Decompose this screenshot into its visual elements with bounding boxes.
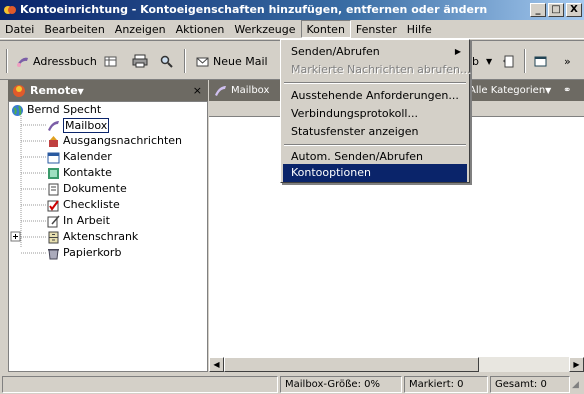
scroll-right-button[interactable]: ▶ <box>569 357 584 372</box>
close-button[interactable]: X <box>566 3 582 17</box>
menu-separator <box>284 144 466 146</box>
window-title: Kontoeinrichtung - Kontoeigenschaften hi… <box>20 3 488 16</box>
status-bar: Mailbox-Größe: 0% Markiert: 0 Gesamt: 0 … <box>0 374 584 394</box>
tree-item-documents[interactable]: Dokumente <box>47 181 127 197</box>
document-icon <box>48 183 59 195</box>
dropdown-arrow-button[interactable]: ▼ <box>486 51 492 71</box>
status-marked: Markiert: 0 <box>404 376 488 393</box>
status-mailbox-size: Mailbox-Größe: 0% <box>280 376 402 393</box>
trash-icon <box>48 248 59 259</box>
calendar-icon <box>47 152 60 163</box>
remote-title: Remote <box>30 84 78 97</box>
search-icon <box>160 55 173 68</box>
scroll-thumb[interactable] <box>224 357 479 372</box>
status-panel-main <box>2 376 278 393</box>
document-icon <box>503 55 514 67</box>
address-book-label: Adressbuch <box>33 54 97 68</box>
partial-toolbar-label[interactable]: b <box>472 51 479 71</box>
new-mail-button[interactable]: Neue Mail <box>196 51 268 71</box>
menu-hilfe[interactable]: Hilfe <box>402 20 437 38</box>
horizontal-scrollbar[interactable]: ◀ ▶ <box>209 357 584 372</box>
menu-item-connection-log[interactable]: Verbindungsprotokoll... <box>283 105 467 123</box>
category-filter[interactable]: Alle Kategorien▼ <box>469 80 551 101</box>
app-icon <box>4 6 16 14</box>
calendar-view-button[interactable] <box>104 51 117 71</box>
menu-werkzeuge[interactable]: Werkzeuge <box>229 20 300 38</box>
tree-item-in-progress[interactable]: In Arbeit <box>47 213 110 229</box>
menu-fenster[interactable]: Fenster <box>351 20 402 38</box>
chevron-down-icon: ▼ <box>545 86 552 95</box>
minimize-button[interactable]: _ <box>530 3 546 17</box>
menu-item-fetch-marked[interactable]: Markierte Nachrichten abrufen... <box>283 61 471 79</box>
pencil-doc-icon <box>47 215 60 227</box>
tree-item-cabinet[interactable]: Aktenschrank <box>47 229 138 245</box>
chevron-down-icon: ▼ <box>486 56 493 66</box>
toolbar-separator <box>184 49 186 73</box>
address-book-icon <box>17 57 28 67</box>
checklist-icon <box>47 199 59 211</box>
tree-item-outbox[interactable]: Ausgangsnachrichten <box>47 133 182 149</box>
search-button[interactable] <box>160 51 173 71</box>
submenu-arrow-icon: ▶ <box>454 47 461 56</box>
tree-item-calendar[interactable]: Kalender <box>47 149 112 165</box>
close-pane-icon[interactable]: × <box>193 80 202 101</box>
tree-item-trash[interactable]: Papierkorb <box>47 245 121 261</box>
mailbox-pane-title: Mailbox <box>231 85 270 96</box>
window-button[interactable] <box>534 51 547 71</box>
menu-item-send-receive[interactable]: Senden/Abrufen ▶ <box>283 43 467 61</box>
cabinet-icon <box>48 231 59 243</box>
grid-icon <box>104 56 117 66</box>
tree-root-account[interactable]: Bernd Specht <box>11 102 101 118</box>
globe-icon <box>12 104 23 116</box>
toolbar-grip <box>6 49 8 73</box>
folder-tree: Bernd Specht Mailbox Ausgangsnachrichten… <box>8 101 208 372</box>
scroll-left-button[interactable]: ◀ <box>209 357 224 372</box>
chevron-down-icon: ▼ <box>77 87 84 96</box>
tree-item-checklist[interactable]: Checkliste <box>47 197 120 213</box>
tree-item-mailbox[interactable]: Mailbox <box>47 117 110 133</box>
printer-icon <box>132 54 148 68</box>
contacts-icon <box>48 167 59 179</box>
mailbox-icon <box>48 120 59 131</box>
new-mail-icon <box>196 57 209 66</box>
mailbox-icon <box>215 86 226 96</box>
outbox-icon <box>49 135 58 147</box>
menu-bar: Datei Bearbeiten Anzeigen Aktionen Werkz… <box>0 20 584 39</box>
maximize-button[interactable]: □ <box>548 3 564 17</box>
menu-item-account-options[interactable]: Kontooptionen <box>283 164 467 182</box>
konten-menu: Senden/Abrufen ▶ Markierte Nachrichten a… <box>280 39 471 183</box>
menu-datei[interactable]: Datei <box>0 20 39 38</box>
title-bar[interactable]: Kontoeinrichtung - Kontoeigenschaften hi… <box>0 0 584 20</box>
new-mail-label: Neue Mail <box>213 54 268 68</box>
tree-item-contacts[interactable]: Kontakte <box>47 165 112 181</box>
menu-bearbeiten[interactable]: Bearbeiten <box>39 20 109 38</box>
menu-separator <box>284 82 466 84</box>
menu-anzeigen[interactable]: Anzeigen <box>110 20 171 38</box>
menu-konten[interactable]: Konten <box>300 20 351 38</box>
resize-grip-icon[interactable]: ◢ <box>572 380 582 392</box>
menu-aktionen[interactable]: Aktionen <box>171 20 230 38</box>
reply-button[interactable] <box>502 51 515 71</box>
status-total: Gesamt: 0 <box>490 376 570 393</box>
menu-item-status-window[interactable]: Statusfenster anzeigen <box>283 123 467 141</box>
toolbar-separator-2 <box>524 49 526 73</box>
remote-icon <box>13 85 25 97</box>
menu-item-pending-requests[interactable]: Ausstehende Anforderungen... <box>283 87 467 105</box>
window-icon <box>534 56 547 66</box>
remote-pane-header[interactable]: Remote▼ × <box>8 80 208 101</box>
toolbar-overflow-button[interactable]: » <box>564 51 571 71</box>
print-button[interactable] <box>132 51 148 71</box>
address-book-button[interactable]: Adressbuch <box>16 51 97 71</box>
filter-icon[interactable]: ⚭ <box>563 80 571 101</box>
